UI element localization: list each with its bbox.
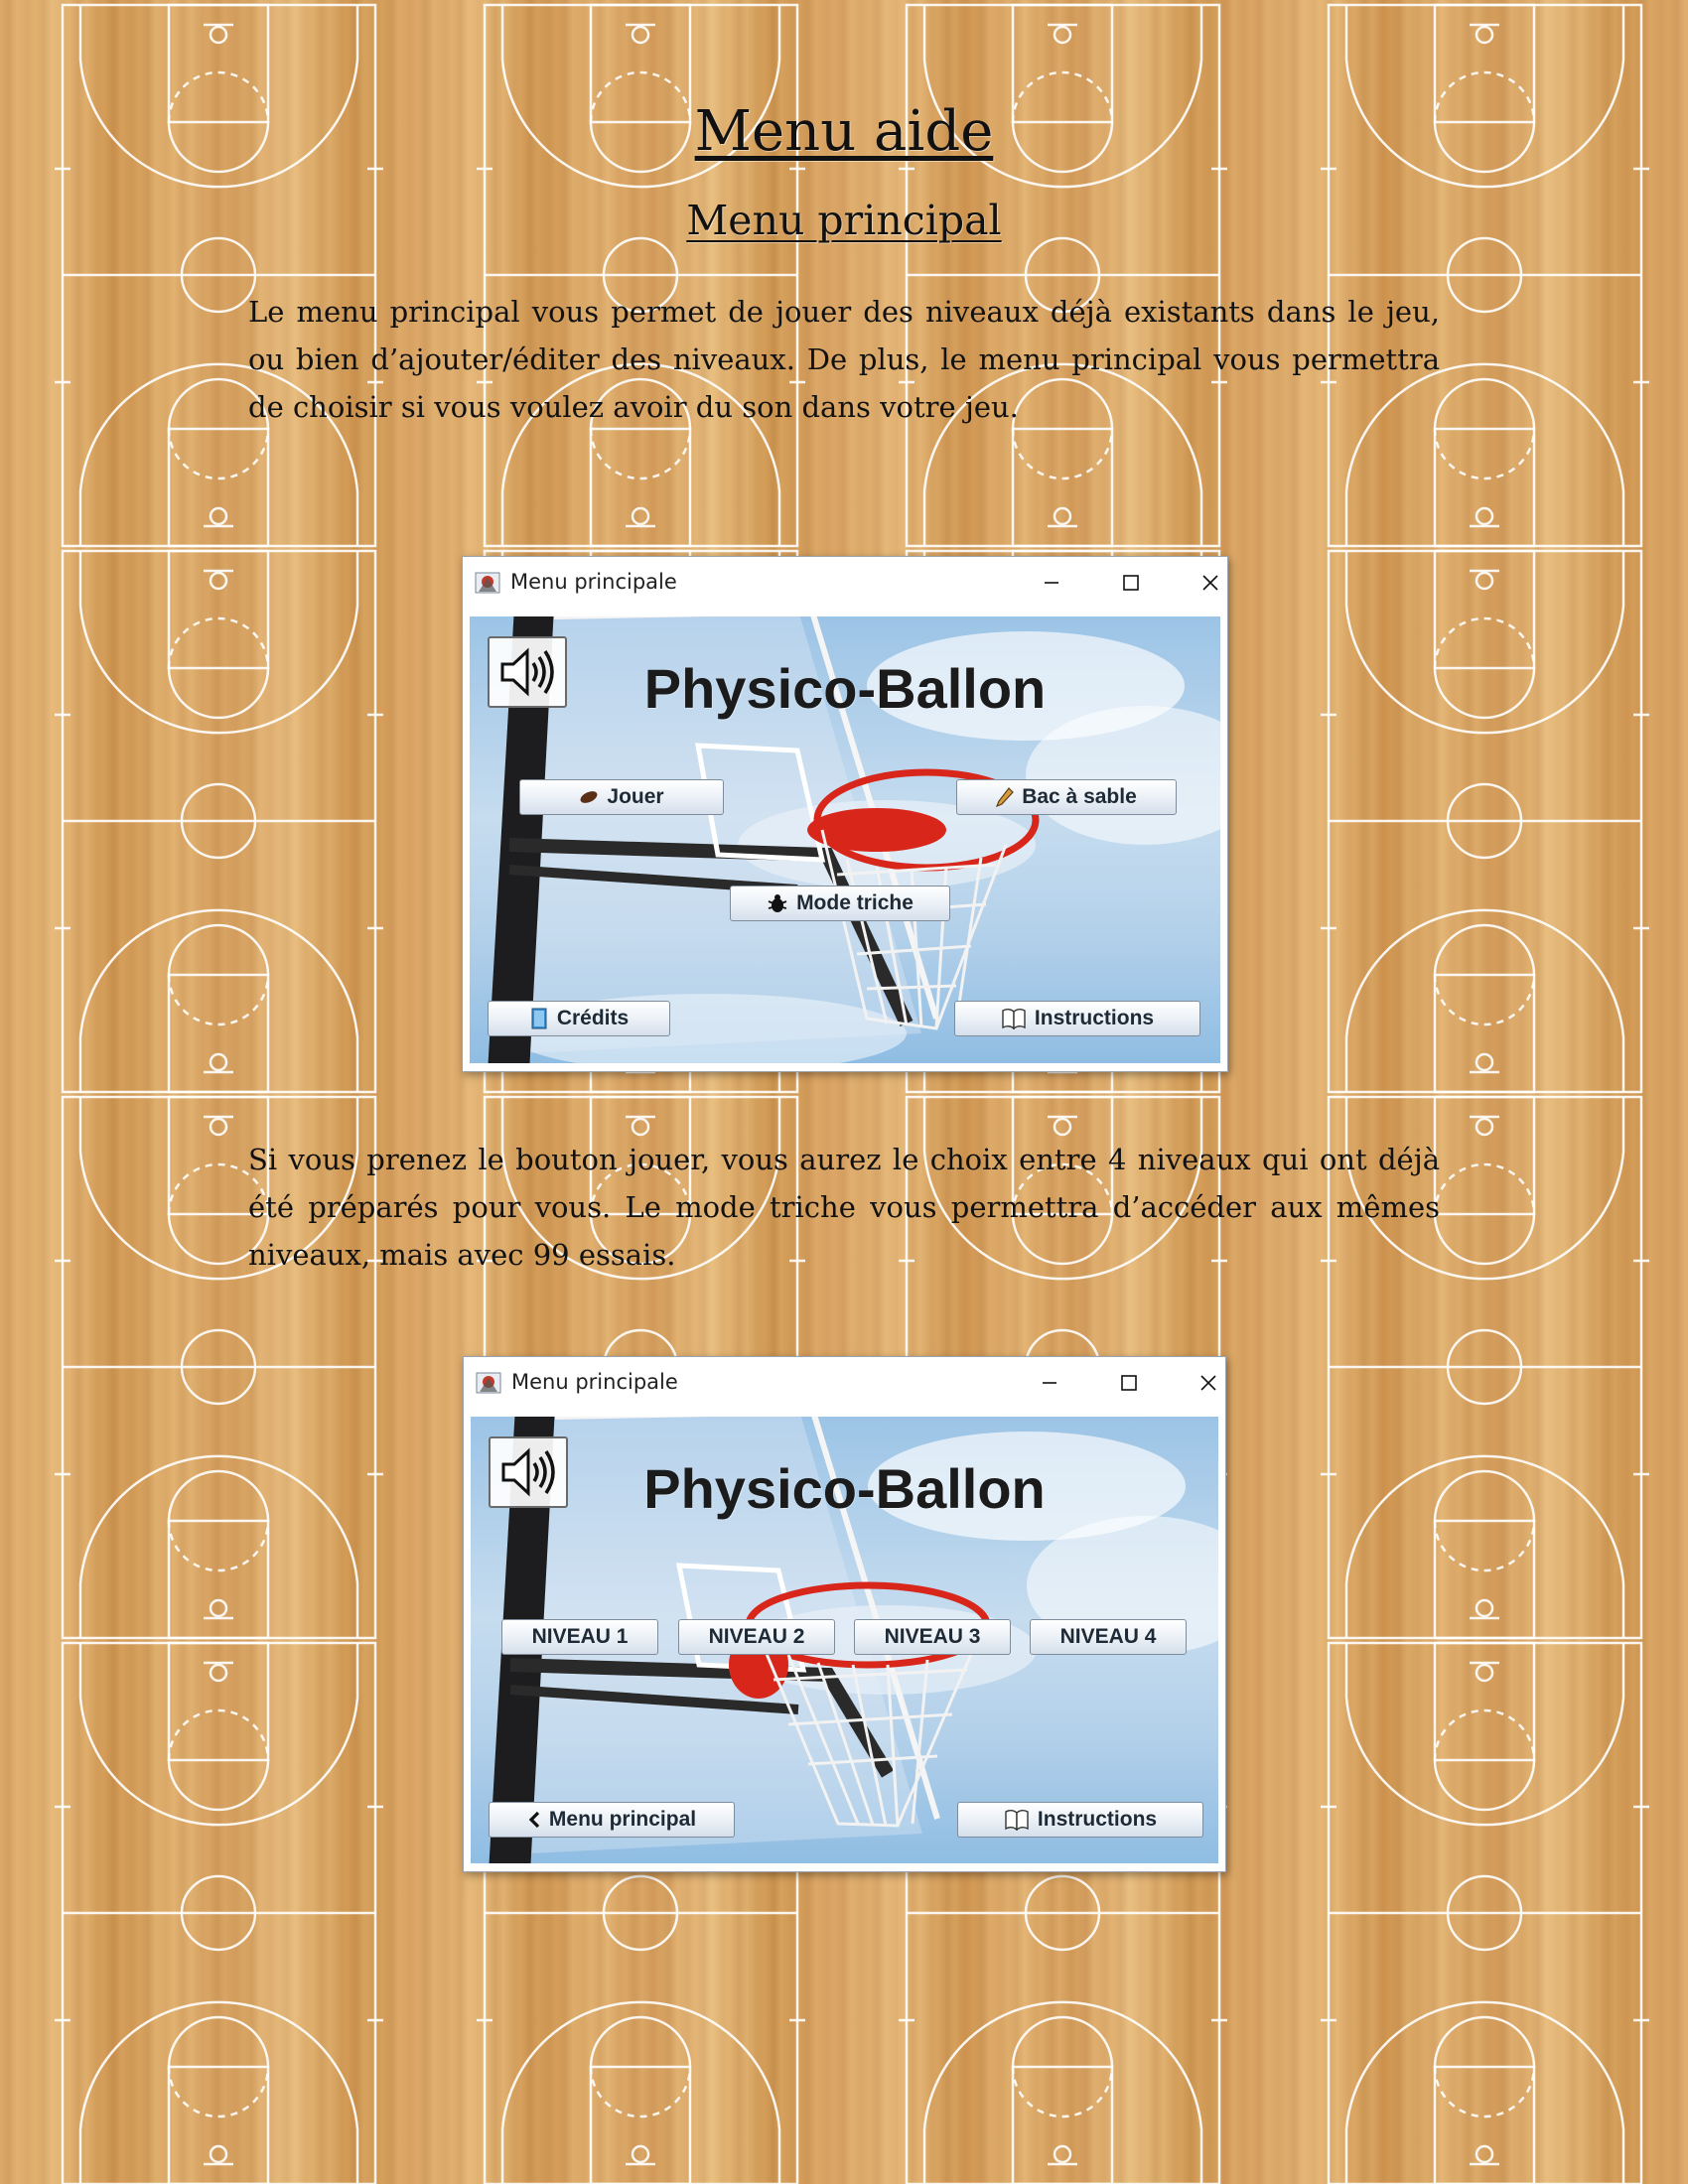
section-heading: Menu principal [686,197,1002,244]
speaker-icon[interactable] [489,1436,568,1508]
ball-icon [579,789,599,805]
close-icon[interactable] [1182,1363,1235,1403]
book-icon [529,1008,549,1029]
level-1-button-label: NIVEAU 1 [531,1625,629,1648]
instructions-button-label: Instructions [1034,1007,1155,1029]
instructions-button-label: Instructions [1037,1808,1158,1831]
game-menu-panel: Physico-Ballon NIVEAU 1 NIVEAU 2 NIVEAU … [471,1417,1218,1863]
sandbox-button-label: Bac à sable [1022,785,1137,808]
cheat-mode-button-label: Mode triche [796,891,914,914]
credits-button[interactable]: Crédits [488,1001,670,1036]
sandbox-button[interactable]: Bac à sable [956,779,1177,815]
maximize-icon[interactable] [1102,1363,1156,1403]
play-button-label: Jouer [607,785,664,808]
window-title: Menu principale [510,570,677,594]
close-icon[interactable] [1184,563,1237,603]
level-1-button[interactable]: NIVEAU 1 [501,1619,658,1655]
pencil-icon [996,787,1015,807]
level-2-button[interactable]: NIVEAU 2 [678,1619,835,1655]
game-menu-panel: Physico-Ballon Jouer Bac à sable Mode tr… [470,616,1220,1063]
level-3-button-label: NIVEAU 3 [884,1625,981,1648]
open-book-icon [1004,1809,1030,1831]
game-title: Physico-Ballon [643,1457,1046,1520]
instructions-button[interactable]: Instructions [954,1001,1200,1036]
app-icon [475,572,500,594]
instructions-button[interactable]: Instructions [957,1802,1203,1838]
main-menu-window: Menu principale Physico-Ballon Jouer Bac… [462,556,1228,1072]
cheat-mode-button[interactable]: Mode triche [730,886,950,921]
level-4-button[interactable]: NIVEAU 4 [1030,1619,1187,1655]
help-page: Menu aide Menu principal Le menu princip… [0,0,1688,2184]
window-titlebar[interactable]: Menu principale [464,1357,1225,1409]
app-icon [476,1372,501,1394]
chevron-left-icon [527,1811,541,1829]
back-to-main-menu-button[interactable]: Menu principal [489,1802,735,1838]
level-2-button-label: NIVEAU 2 [708,1625,805,1648]
minimize-icon[interactable] [1025,563,1078,603]
back-button-label: Menu principal [548,1808,697,1831]
level-4-button-label: NIVEAU 4 [1059,1625,1157,1648]
credits-button-label: Crédits [556,1007,630,1029]
page-title: Menu aide [694,99,994,164]
maximize-icon[interactable] [1104,563,1158,603]
intro-paragraph: Le menu principal vous permet de jouer d… [248,295,1440,424]
speaker-icon[interactable] [488,636,567,708]
level-3-button[interactable]: NIVEAU 3 [854,1619,1011,1655]
window-titlebar[interactable]: Menu principale [463,557,1227,609]
open-book-icon [1001,1008,1027,1029]
bug-icon [767,893,788,913]
play-button[interactable]: Jouer [519,779,724,815]
minimize-icon[interactable] [1023,1363,1076,1403]
levels-paragraph: Si vous prenez le bouton jouer, vous aur… [248,1143,1440,1272]
level-select-window: Menu principale Physico-Ballon NIVEAU 1 … [463,1356,1226,1872]
window-title: Menu principale [511,1370,678,1394]
game-title: Physico-Ballon [643,657,1047,720]
